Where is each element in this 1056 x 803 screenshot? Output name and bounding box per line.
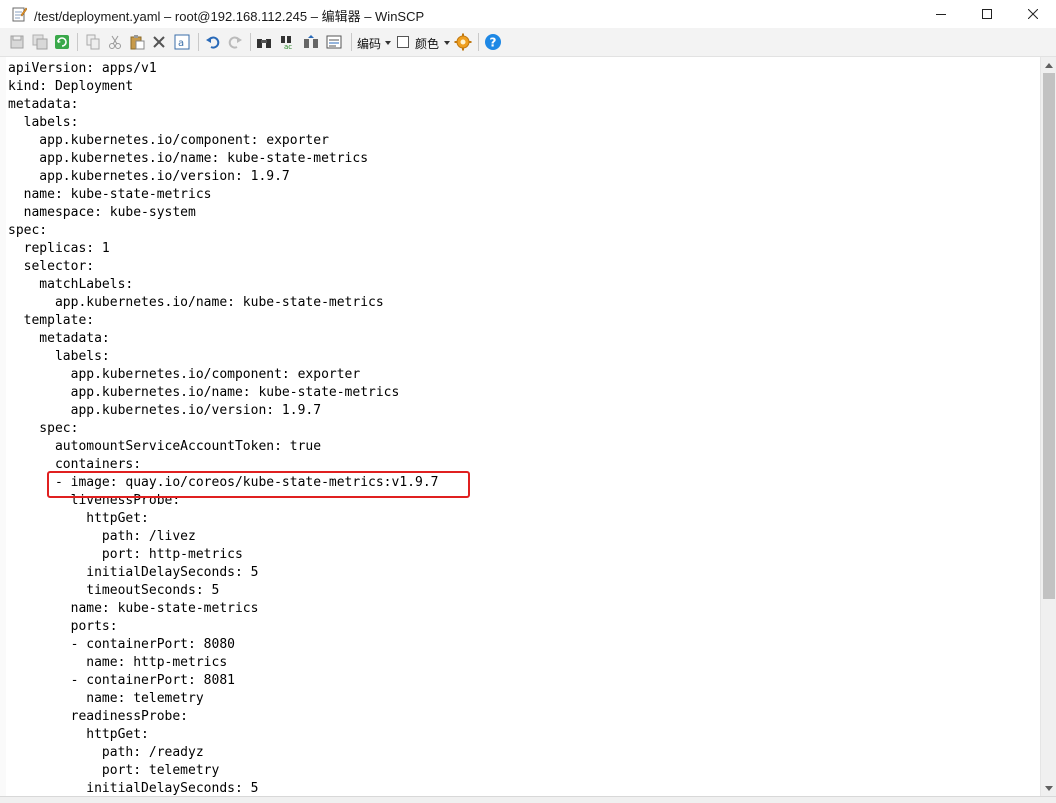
code-line[interactable]: path: /readyz	[8, 744, 438, 762]
goto-line-icon[interactable]	[324, 32, 344, 52]
code-line[interactable]: initialDelaySeconds: 5	[8, 564, 438, 582]
code-line[interactable]: matchLabels:	[8, 276, 438, 294]
svg-text:?: ?	[490, 36, 497, 50]
code-line[interactable]: app.kubernetes.io/component: exporter	[8, 132, 438, 150]
chevron-down-icon	[385, 41, 391, 45]
scroll-up-icon[interactable]	[1041, 57, 1056, 73]
code-line[interactable]: labels:	[8, 348, 438, 366]
code-line[interactable]: timeoutSeconds: 5	[8, 582, 438, 600]
code-line[interactable]: readinessProbe:	[8, 708, 438, 726]
svg-text:a: a	[178, 38, 184, 49]
text-editor[interactable]: apiVersion: apps/v1 kind: Deployment metad…	[0, 57, 1040, 796]
close-button[interactable]	[1010, 0, 1056, 28]
code-line[interactable]: app.kubernetes.io/version: 1.9.7	[8, 402, 438, 420]
code-line[interactable]: name: kube-state-metrics	[8, 600, 438, 618]
select-all-icon[interactable]: a	[172, 32, 192, 52]
code-line[interactable]: selector:	[8, 258, 438, 276]
editor-toolbar: a ac 编码 颜色 ?	[0, 28, 1056, 57]
code-line[interactable]: apiVersion: apps/v1	[8, 60, 438, 78]
code-line[interactable]: spec:	[8, 420, 438, 438]
settings-icon[interactable]	[453, 32, 473, 52]
background-window-edge	[0, 57, 6, 796]
find-next-icon[interactable]	[301, 32, 321, 52]
code-line[interactable]: app.kubernetes.io/name: kube-state-metri…	[8, 294, 438, 312]
paste-icon[interactable]	[127, 32, 147, 52]
redo-icon[interactable]	[225, 32, 245, 52]
code-line[interactable]: metadata:	[8, 330, 438, 348]
code-area[interactable]: apiVersion: apps/v1 kind: Deployment metad…	[8, 60, 438, 796]
delete-icon[interactable]	[149, 32, 169, 52]
chevron-down-icon	[444, 41, 450, 45]
code-line[interactable]: name: telemetry	[8, 690, 438, 708]
code-line[interactable]: port: telemetry	[8, 762, 438, 780]
encoding-menu-button[interactable]: 编码	[357, 35, 381, 52]
code-line[interactable]: port: http-metrics	[8, 546, 438, 564]
code-line[interactable]: automountServiceAccountToken: true	[8, 438, 438, 456]
code-line[interactable]: path: /livez	[8, 528, 438, 546]
code-line[interactable]: app.kubernetes.io/name: kube-state-metri…	[8, 384, 438, 402]
find-icon[interactable]	[254, 32, 274, 52]
code-line[interactable]: replicas: 1	[8, 240, 438, 258]
code-line[interactable]: name: kube-state-metrics	[8, 186, 438, 204]
cut-icon[interactable]	[105, 32, 125, 52]
status-bar	[0, 796, 1056, 803]
code-line[interactable]: namespace: kube-system	[8, 204, 438, 222]
scroll-thumb[interactable]	[1043, 73, 1055, 599]
code-line[interactable]: labels:	[8, 114, 438, 132]
color-menu-button[interactable]: 颜色	[415, 35, 439, 52]
code-line[interactable]: app.kubernetes.io/name: kube-state-metri…	[8, 150, 438, 168]
code-line[interactable]: app.kubernetes.io/component: exporter	[8, 366, 438, 384]
code-line[interactable]: app.kubernetes.io/version: 1.9.7	[8, 168, 438, 186]
code-line[interactable]: name: http-metrics	[8, 654, 438, 672]
code-line[interactable]: httpGet:	[8, 510, 438, 528]
title-bar: /test/deployment.yaml – root@192.168.112…	[0, 0, 1056, 28]
maximize-button[interactable]	[964, 0, 1010, 28]
copy-icon[interactable]	[83, 32, 103, 52]
vertical-scrollbar[interactable]	[1040, 57, 1056, 796]
code-line[interactable]: ports:	[8, 618, 438, 636]
scroll-down-icon[interactable]	[1041, 780, 1056, 796]
code-line[interactable]: - containerPort: 8081	[8, 672, 438, 690]
save-icon[interactable]	[7, 32, 27, 52]
code-line[interactable]: - containerPort: 8080	[8, 636, 438, 654]
code-line[interactable]: kind: Deployment	[8, 78, 438, 96]
code-line[interactable]: httpGet:	[8, 726, 438, 744]
undo-icon[interactable]	[203, 32, 223, 52]
svg-text:ac: ac	[284, 43, 292, 50]
code-line[interactable]: metadata:	[8, 96, 438, 114]
notepad-icon	[12, 6, 28, 22]
reload-icon[interactable]	[52, 32, 72, 52]
code-line[interactable]: spec:	[8, 222, 438, 240]
help-icon[interactable]: ?	[483, 32, 503, 52]
color-checkbox[interactable]	[397, 36, 409, 48]
save-all-icon[interactable]	[30, 32, 50, 52]
code-line[interactable]: template:	[8, 312, 438, 330]
window-title: /test/deployment.yaml – root@192.168.112…	[34, 9, 425, 24]
code-line[interactable]: initialDelaySeconds: 5	[8, 780, 438, 796]
minimize-button[interactable]	[918, 0, 964, 28]
replace-icon[interactable]: ac	[278, 32, 298, 52]
image-line-highlight	[47, 471, 470, 498]
